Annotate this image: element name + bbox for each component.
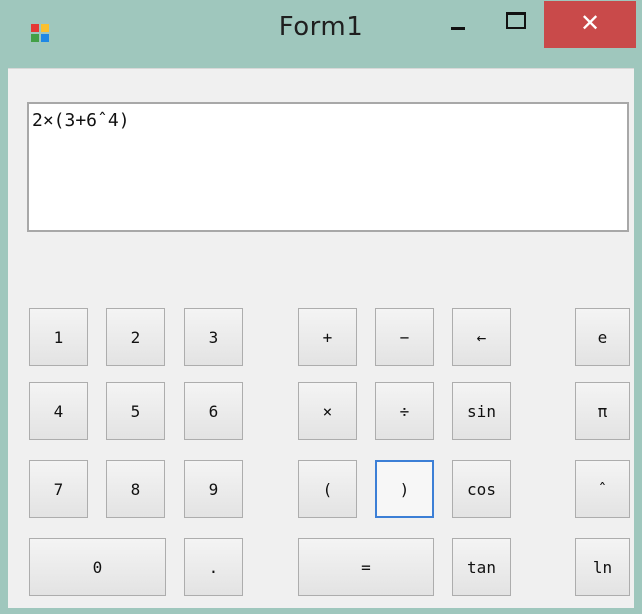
- close-button[interactable]: ✕: [544, 1, 636, 48]
- tan-button[interactable]: tan: [452, 538, 511, 596]
- key-8-button[interactable]: 8: [106, 460, 165, 518]
- key-4-button[interactable]: 4: [29, 382, 88, 440]
- pi-button[interactable]: π: [575, 382, 630, 440]
- right-paren-button[interactable]: ): [375, 460, 434, 518]
- key-3-button[interactable]: 3: [184, 308, 243, 366]
- key-1-button[interactable]: 1: [29, 308, 88, 366]
- backspace-button[interactable]: ←: [452, 308, 511, 366]
- e-constant-button[interactable]: e: [575, 308, 630, 366]
- sin-button[interactable]: sin: [452, 382, 511, 440]
- multiply-button[interactable]: ×: [298, 382, 357, 440]
- form-client-area: 2×(3+6ˆ4) 1 2 3 + − ← e 4 5 6 × ÷ sin π …: [8, 68, 634, 608]
- expression-display[interactable]: 2×(3+6ˆ4): [27, 102, 629, 232]
- maximize-button[interactable]: [490, 2, 540, 50]
- close-icon: ✕: [579, 9, 601, 37]
- cos-button[interactable]: cos: [452, 460, 511, 518]
- key-2-button[interactable]: 2: [106, 308, 165, 366]
- left-paren-button[interactable]: (: [298, 460, 357, 518]
- key-0-button[interactable]: 0: [29, 538, 166, 596]
- plus-button[interactable]: +: [298, 308, 357, 366]
- minimize-icon: [451, 27, 465, 30]
- key-9-button[interactable]: 9: [184, 460, 243, 518]
- power-button[interactable]: ˆ: [575, 460, 630, 518]
- key-6-button[interactable]: 6: [184, 382, 243, 440]
- title-bar[interactable]: Form1 ✕: [0, 0, 642, 68]
- calculator-window: Form1 ✕ 2×(3+6ˆ4) 1 2 3 + − ← e 4 5 6 × …: [0, 0, 642, 614]
- minus-button[interactable]: −: [375, 308, 434, 366]
- decimal-point-button[interactable]: .: [184, 538, 243, 596]
- maximize-icon: [506, 12, 526, 29]
- divide-button[interactable]: ÷: [375, 382, 434, 440]
- key-5-button[interactable]: 5: [106, 382, 165, 440]
- equals-button[interactable]: =: [298, 538, 434, 596]
- ln-button[interactable]: ln: [575, 538, 630, 596]
- key-7-button[interactable]: 7: [29, 460, 88, 518]
- minimize-button[interactable]: [430, 2, 486, 50]
